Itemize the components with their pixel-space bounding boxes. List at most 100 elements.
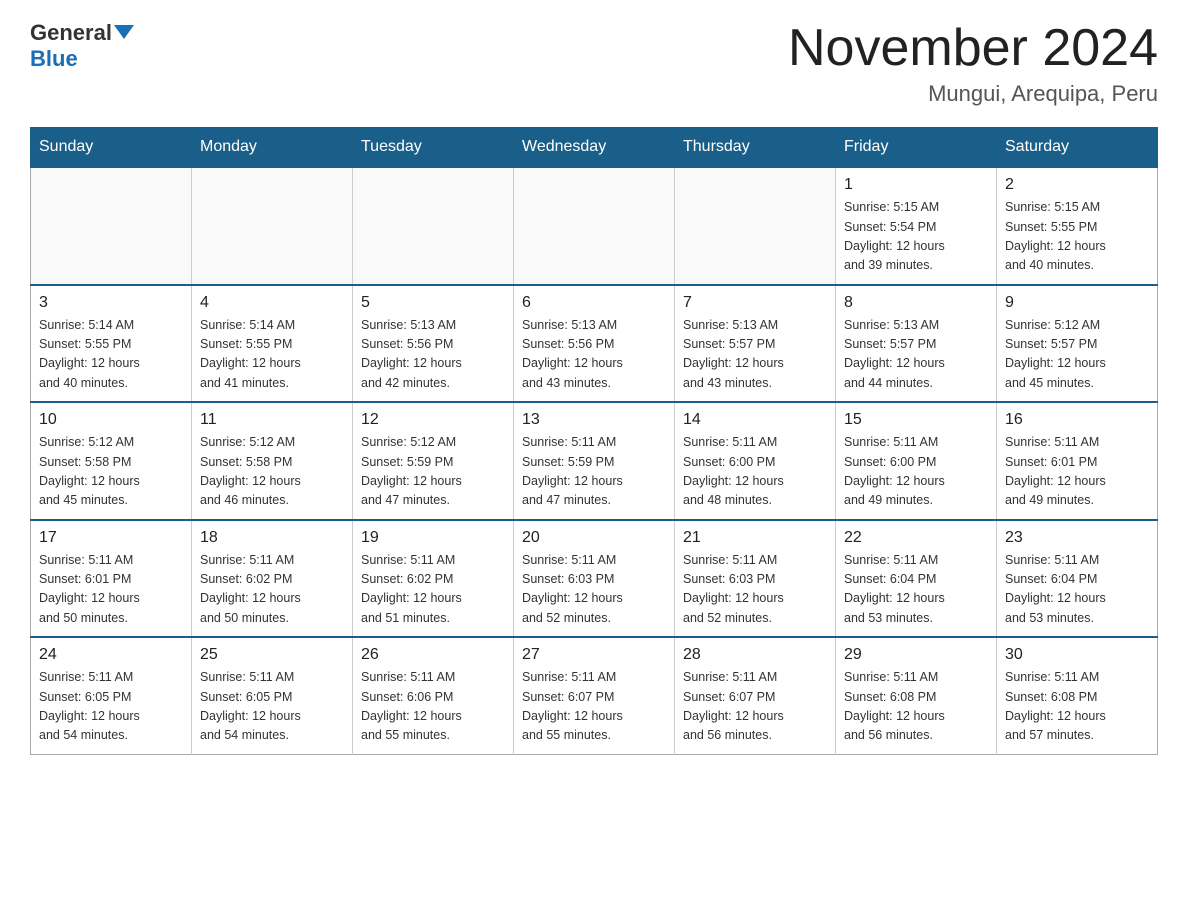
calendar-day-cell xyxy=(514,167,675,285)
calendar-day-cell: 5Sunrise: 5:13 AM Sunset: 5:56 PM Daylig… xyxy=(353,285,514,403)
day-number: 10 xyxy=(39,411,183,429)
calendar-table: SundayMondayTuesdayWednesdayThursdayFrid… xyxy=(30,127,1158,755)
calendar-day-cell: 19 Sunrise: 5:11 AM Sunset: 6:02 PM Dayli… xyxy=(353,520,514,638)
calendar-day-cell: 26 Sunrise: 5:11 AM Sunset: 6:06 PM Dayli… xyxy=(353,637,514,754)
calendar-day-cell: 23 Sunrise: 5:11 AM Sunset: 6:04 PM Dayli… xyxy=(997,520,1158,638)
day-number: 16 xyxy=(1005,411,1149,429)
day-info: Sunrise: 5:15 AM Sunset: 5:54 PM Dayligh… xyxy=(844,198,988,276)
day-info: Sunrise: 5:11 AM Sunset: 6:08 PM Dayligh… xyxy=(1005,668,1149,746)
day-of-week-header: Sunday xyxy=(31,128,192,168)
day-of-week-header: Tuesday xyxy=(353,128,514,168)
calendar-day-cell xyxy=(353,167,514,285)
day-info: Sunrise: 5:12 AM Sunset: 5:58 PM Dayligh… xyxy=(200,433,344,511)
page-header: General Blue November 2024 Mungui, Arequ… xyxy=(30,20,1158,107)
day-info: Sunrise: 5:11 AM Sunset: 5:59 PM Dayligh… xyxy=(522,433,666,511)
day-number: 17 xyxy=(39,529,183,547)
day-info: Sunrise: 5:13 AM Sunset: 5:57 PM Dayligh… xyxy=(844,316,988,394)
logo-triangle-icon xyxy=(114,25,134,39)
calendar-day-cell: 29 Sunrise: 5:11 AM Sunset: 6:08 PM Dayli… xyxy=(836,637,997,754)
day-info: Sunrise: 5:11 AM Sunset: 6:02 PM Dayligh… xyxy=(200,551,344,629)
calendar-week-row: 3Sunrise: 5:14 AM Sunset: 5:55 PM Daylig… xyxy=(31,285,1158,403)
calendar-day-cell xyxy=(675,167,836,285)
calendar-week-row: 24 Sunrise: 5:11 AM Sunset: 6:05 PM Dayli… xyxy=(31,637,1158,754)
day-number: 12 xyxy=(361,411,505,429)
title-block: November 2024 Mungui, Arequipa, Peru xyxy=(788,20,1158,107)
day-number: 5 xyxy=(361,294,505,312)
calendar-day-cell: 14Sunrise: 5:11 AM Sunset: 6:00 PM Dayli… xyxy=(675,402,836,520)
calendar-day-cell: 8 Sunrise: 5:13 AM Sunset: 5:57 PM Daylig… xyxy=(836,285,997,403)
day-of-week-header: Monday xyxy=(192,128,353,168)
calendar-day-cell: 3Sunrise: 5:14 AM Sunset: 5:55 PM Daylig… xyxy=(31,285,192,403)
day-info: Sunrise: 5:11 AM Sunset: 6:01 PM Dayligh… xyxy=(39,551,183,629)
day-number: 11 xyxy=(200,411,344,429)
day-info: Sunrise: 5:11 AM Sunset: 6:02 PM Dayligh… xyxy=(361,551,505,629)
day-info: Sunrise: 5:11 AM Sunset: 6:01 PM Dayligh… xyxy=(1005,433,1149,511)
calendar-day-cell: 13Sunrise: 5:11 AM Sunset: 5:59 PM Dayli… xyxy=(514,402,675,520)
day-number: 2 xyxy=(1005,176,1149,194)
calendar-day-cell: 18Sunrise: 5:11 AM Sunset: 6:02 PM Dayli… xyxy=(192,520,353,638)
day-of-week-header: Thursday xyxy=(675,128,836,168)
calendar-day-cell: 9 Sunrise: 5:12 AM Sunset: 5:57 PM Daylig… xyxy=(997,285,1158,403)
day-number: 20 xyxy=(522,529,666,547)
calendar-week-row: 1 Sunrise: 5:15 AM Sunset: 5:54 PM Daylig… xyxy=(31,167,1158,285)
day-info: Sunrise: 5:11 AM Sunset: 6:05 PM Dayligh… xyxy=(39,668,183,746)
calendar-day-cell: 1 Sunrise: 5:15 AM Sunset: 5:54 PM Daylig… xyxy=(836,167,997,285)
day-info: Sunrise: 5:11 AM Sunset: 6:08 PM Dayligh… xyxy=(844,668,988,746)
day-number: 27 xyxy=(522,646,666,664)
day-number: 6 xyxy=(522,294,666,312)
calendar-day-cell: 16 Sunrise: 5:11 AM Sunset: 6:01 PM Dayli… xyxy=(997,402,1158,520)
day-number: 4 xyxy=(200,294,344,312)
day-number: 30 xyxy=(1005,646,1149,664)
day-info: Sunrise: 5:13 AM Sunset: 5:56 PM Dayligh… xyxy=(522,316,666,394)
calendar-day-cell: 30 Sunrise: 5:11 AM Sunset: 6:08 PM Dayli… xyxy=(997,637,1158,754)
day-info: Sunrise: 5:11 AM Sunset: 6:04 PM Dayligh… xyxy=(844,551,988,629)
day-number: 29 xyxy=(844,646,988,664)
day-number: 7 xyxy=(683,294,827,312)
day-info: Sunrise: 5:11 AM Sunset: 6:04 PM Dayligh… xyxy=(1005,551,1149,629)
calendar-day-cell: 28 Sunrise: 5:11 AM Sunset: 6:07 PM Dayli… xyxy=(675,637,836,754)
calendar-week-row: 10 Sunrise: 5:12 AM Sunset: 5:58 PM Dayli… xyxy=(31,402,1158,520)
day-number: 1 xyxy=(844,176,988,194)
day-info: Sunrise: 5:12 AM Sunset: 5:57 PM Dayligh… xyxy=(1005,316,1149,394)
day-info: Sunrise: 5:11 AM Sunset: 6:03 PM Dayligh… xyxy=(683,551,827,629)
day-of-week-header: Friday xyxy=(836,128,997,168)
calendar-day-cell: 22Sunrise: 5:11 AM Sunset: 6:04 PM Dayli… xyxy=(836,520,997,638)
day-info: Sunrise: 5:11 AM Sunset: 6:03 PM Dayligh… xyxy=(522,551,666,629)
calendar-day-cell: 12 Sunrise: 5:12 AM Sunset: 5:59 PM Dayli… xyxy=(353,402,514,520)
day-number: 9 xyxy=(1005,294,1149,312)
calendar-day-cell xyxy=(192,167,353,285)
day-info: Sunrise: 5:13 AM Sunset: 5:57 PM Dayligh… xyxy=(683,316,827,394)
calendar-day-cell: 4 Sunrise: 5:14 AM Sunset: 5:55 PM Daylig… xyxy=(192,285,353,403)
day-number: 23 xyxy=(1005,529,1149,547)
day-number: 24 xyxy=(39,646,183,664)
calendar-day-cell: 10 Sunrise: 5:12 AM Sunset: 5:58 PM Dayli… xyxy=(31,402,192,520)
calendar-day-cell: 15Sunrise: 5:11 AM Sunset: 6:00 PM Dayli… xyxy=(836,402,997,520)
logo: General Blue xyxy=(30,20,134,73)
day-number: 15 xyxy=(844,411,988,429)
day-of-week-header: Wednesday xyxy=(514,128,675,168)
day-info: Sunrise: 5:14 AM Sunset: 5:55 PM Dayligh… xyxy=(200,316,344,394)
day-number: 19 xyxy=(361,529,505,547)
day-info: Sunrise: 5:12 AM Sunset: 5:58 PM Dayligh… xyxy=(39,433,183,511)
day-info: Sunrise: 5:11 AM Sunset: 6:05 PM Dayligh… xyxy=(200,668,344,746)
day-number: 21 xyxy=(683,529,827,547)
calendar-week-row: 17 Sunrise: 5:11 AM Sunset: 6:01 PM Dayli… xyxy=(31,520,1158,638)
logo-general: General xyxy=(30,20,134,46)
calendar-day-cell: 20 Sunrise: 5:11 AM Sunset: 6:03 PM Dayli… xyxy=(514,520,675,638)
calendar-header-row: SundayMondayTuesdayWednesdayThursdayFrid… xyxy=(31,128,1158,168)
day-number: 26 xyxy=(361,646,505,664)
calendar-day-cell: 2 Sunrise: 5:15 AM Sunset: 5:55 PM Daylig… xyxy=(997,167,1158,285)
day-info: Sunrise: 5:11 AM Sunset: 6:07 PM Dayligh… xyxy=(522,668,666,746)
day-info: Sunrise: 5:15 AM Sunset: 5:55 PM Dayligh… xyxy=(1005,198,1149,276)
calendar-title: November 2024 xyxy=(788,20,1158,77)
day-info: Sunrise: 5:12 AM Sunset: 5:59 PM Dayligh… xyxy=(361,433,505,511)
calendar-day-cell: 27 Sunrise: 5:11 AM Sunset: 6:07 PM Dayli… xyxy=(514,637,675,754)
day-info: Sunrise: 5:11 AM Sunset: 6:06 PM Dayligh… xyxy=(361,668,505,746)
day-number: 28 xyxy=(683,646,827,664)
calendar-day-cell: 7 Sunrise: 5:13 AM Sunset: 5:57 PM Daylig… xyxy=(675,285,836,403)
calendar-subtitle: Mungui, Arequipa, Peru xyxy=(788,81,1158,107)
day-number: 8 xyxy=(844,294,988,312)
day-info: Sunrise: 5:11 AM Sunset: 6:07 PM Dayligh… xyxy=(683,668,827,746)
calendar-day-cell: 21 Sunrise: 5:11 AM Sunset: 6:03 PM Dayli… xyxy=(675,520,836,638)
calendar-day-cell: 25Sunrise: 5:11 AM Sunset: 6:05 PM Dayli… xyxy=(192,637,353,754)
